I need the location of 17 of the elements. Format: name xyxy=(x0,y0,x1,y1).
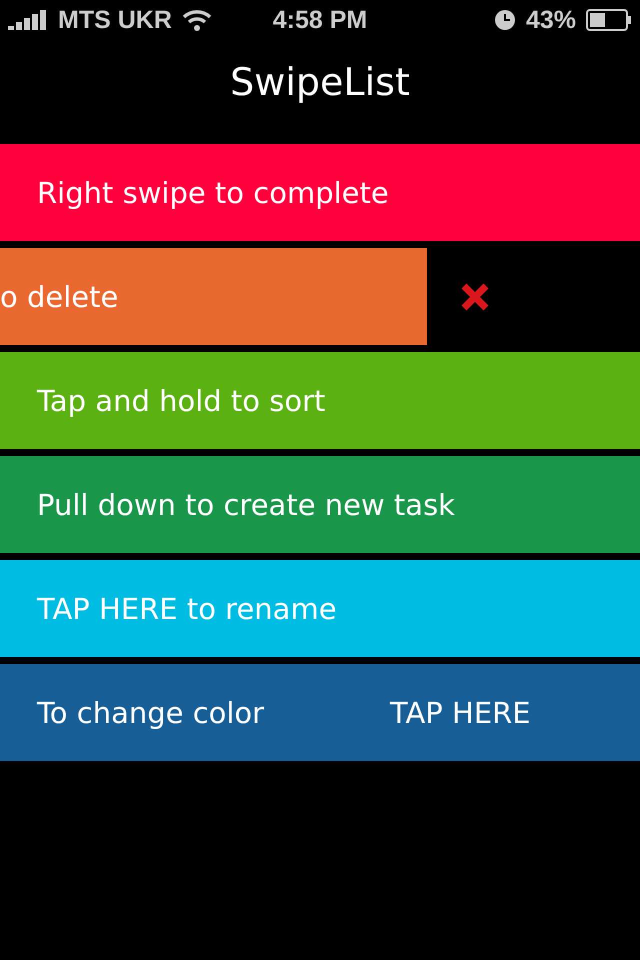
task-row[interactable]: Tap and hold to sort xyxy=(0,352,640,449)
task-row[interactable]: To change color TAP HERE xyxy=(0,664,640,761)
task-row[interactable]: Pull down to create new task xyxy=(0,456,640,553)
task-label: To change color xyxy=(37,696,266,730)
wifi-icon xyxy=(182,9,212,31)
app-title: SwipeList xyxy=(229,59,411,106)
color-tap-label[interactable]: TAP HERE xyxy=(390,696,531,730)
signal-icon xyxy=(8,10,48,30)
clock-time: 4:58 PM xyxy=(272,6,368,34)
task-row[interactable]: TAP HERE to rename xyxy=(0,560,640,657)
alarm-clock-icon xyxy=(494,9,516,31)
task-row[interactable]: o delete xyxy=(0,248,427,345)
delete-icon[interactable] xyxy=(460,282,490,312)
carrier-name: MTS UKR xyxy=(58,6,172,34)
battery-icon xyxy=(586,9,632,31)
battery-percentage: 43% xyxy=(526,6,576,34)
task-row[interactable]: Right swipe to complete xyxy=(0,144,640,241)
